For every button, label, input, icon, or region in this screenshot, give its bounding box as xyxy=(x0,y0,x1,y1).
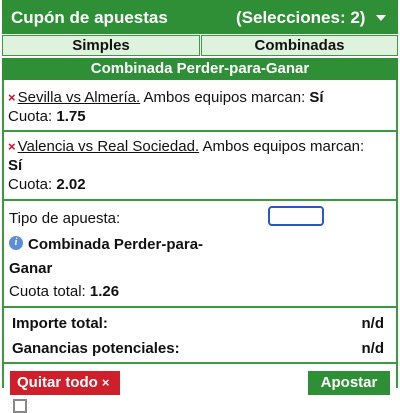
bet-type-name-line2: Ganar xyxy=(9,260,53,277)
divider xyxy=(2,306,398,308)
bet-type-label: Tipo de apuesta: xyxy=(9,210,121,227)
ganancias-label: Ganancias potenciales: xyxy=(12,340,180,357)
tab-simples[interactable]: Simples xyxy=(2,35,200,56)
bet-slip-header[interactable]: Cupón de apuestas (Selecciones: 2) xyxy=(2,0,398,34)
event-link[interactable]: Valencia vs Real Sociedad. xyxy=(18,138,200,155)
event-link[interactable]: Sevilla vs Almería. xyxy=(18,89,141,106)
place-bet-button[interactable]: Apostar xyxy=(308,371,390,395)
pick-value: Sí xyxy=(309,89,324,106)
total-odds-label: Cuota total: xyxy=(9,283,86,300)
divider xyxy=(2,199,398,201)
selection-item: × Sevilla vs Almería. Ambos equipos marca… xyxy=(8,88,386,126)
importe-total-value: n/d xyxy=(361,315,385,332)
tab-combinadas[interactable]: Combinadas xyxy=(201,35,398,56)
info-icon[interactable]: i xyxy=(9,236,23,250)
bet-type-tabs: Simples Combinadas xyxy=(2,35,398,56)
bet-type-name: Combinada Perder-para- xyxy=(28,233,238,257)
remove-icon[interactable]: × xyxy=(8,90,16,105)
combo-subheader: Combinada Perder-para-Ganar xyxy=(2,58,398,80)
bet-slip-title: Cupón de apuestas xyxy=(11,8,168,27)
clear-all-button[interactable]: Quitar todo × xyxy=(10,371,120,395)
clear-all-label: Quitar todo xyxy=(17,374,98,391)
divider xyxy=(2,130,398,132)
divider xyxy=(2,362,398,364)
odds-label: Cuota: xyxy=(8,108,53,125)
stake-input[interactable] xyxy=(268,206,324,226)
odds-value: 1.75 xyxy=(56,108,86,125)
importe-total-label: Importe total: xyxy=(12,315,108,332)
chevron-down-icon[interactable] xyxy=(376,15,386,21)
bet-type-name-cont: Ganar xyxy=(9,257,219,281)
remove-icon[interactable]: × xyxy=(8,139,16,154)
bet-type-name-line1: Combinada Perder-para- xyxy=(28,236,204,253)
pick-value: Sí xyxy=(8,157,23,174)
selection-count: (Selecciones: 2) xyxy=(236,8,366,27)
total-odds: Cuota total: 1.26 xyxy=(9,283,119,300)
market-label: Ambos equipos marcan: xyxy=(143,89,306,106)
selection-item: × Valencia vs Real Sociedad. Ambos equipo… xyxy=(8,137,386,194)
close-icon: × xyxy=(101,375,110,390)
odds-value: 2.02 xyxy=(56,176,86,193)
total-odds-value: 1.26 xyxy=(89,283,120,300)
ganancias-value: n/d xyxy=(361,340,385,357)
market-label: Ambos equipos marcan: xyxy=(202,138,365,155)
checkbox[interactable] xyxy=(13,399,27,413)
odds-label: Cuota: xyxy=(8,176,53,193)
